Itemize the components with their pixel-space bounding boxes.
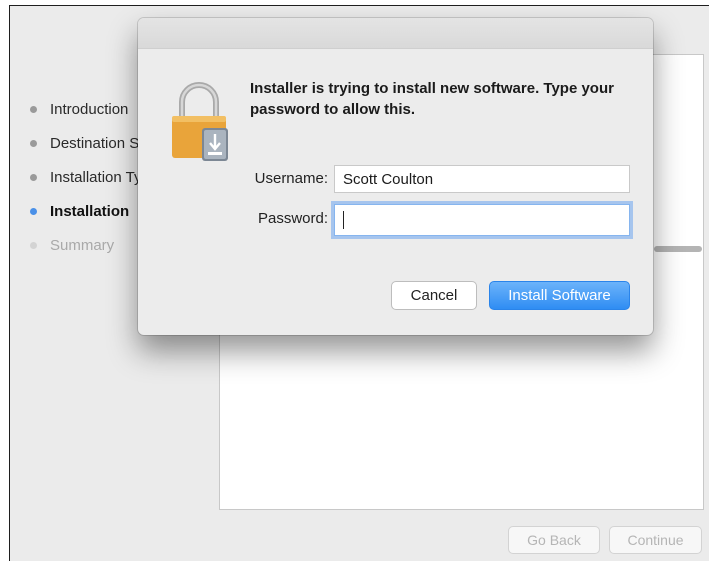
- step-label: Destination Select: [50, 134, 148, 152]
- step-label: Introduction: [50, 100, 129, 118]
- step-introduction: Introduction: [30, 92, 148, 126]
- cancel-button[interactable]: Cancel: [391, 281, 477, 310]
- step-dot: [30, 241, 37, 249]
- step-label: Summary: [50, 236, 115, 254]
- dialog-titlebar: [138, 18, 653, 49]
- username-field[interactable]: [334, 165, 630, 193]
- text-caret: [343, 211, 344, 229]
- progress-bar: [654, 246, 702, 252]
- step-label: Installation Type: [50, 168, 148, 186]
- password-label: Password:: [257, 210, 328, 227]
- step-dot: [30, 139, 37, 147]
- step-installation-type: Installation Type: [30, 160, 148, 194]
- step-installation: Installation: [30, 194, 148, 228]
- step-destination-select: Destination Select: [30, 126, 148, 160]
- authentication-dialog: Installer is trying to install new softw…: [138, 18, 653, 335]
- dialog-message: Installer is trying to install new softw…: [250, 80, 614, 118]
- step-dot: [30, 105, 37, 113]
- go-back-button[interactable]: Go Back: [508, 526, 600, 554]
- installer-steps: Introduction Destination Select Installa…: [30, 92, 148, 262]
- step-dot: [30, 173, 37, 181]
- step-summary: Summary: [30, 228, 148, 262]
- install-software-button[interactable]: Install Software: [489, 281, 630, 310]
- step-label: Installation: [50, 202, 130, 220]
- password-field[interactable]: [334, 204, 630, 236]
- username-label: Username:: [254, 170, 328, 187]
- lock-icon: [172, 82, 228, 161]
- step-dot: [30, 207, 37, 215]
- continue-button[interactable]: Continue: [609, 526, 702, 554]
